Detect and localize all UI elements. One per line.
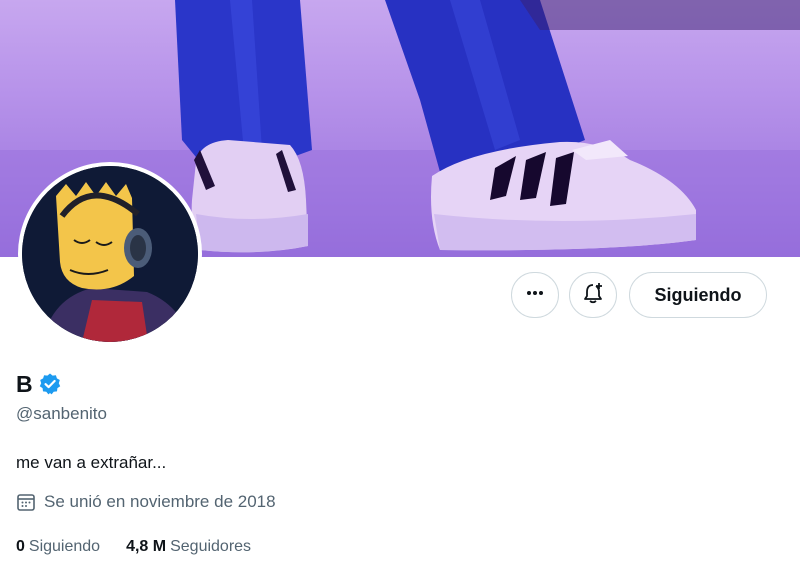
ellipsis-icon <box>525 283 545 308</box>
following-count: 0 <box>16 538 25 555</box>
followers-count: 4,8 M <box>126 538 167 555</box>
profile-stats: 0 Siguiendo 4,8 M Seguidores <box>16 536 277 558</box>
following-count-link[interactable]: 0 Siguiendo <box>16 536 100 558</box>
bell-plus-icon <box>582 282 604 309</box>
profile-avatar[interactable] <box>18 162 202 346</box>
notifications-button[interactable] <box>569 272 617 318</box>
joined-date: Se unió en noviembre de 2018 <box>16 491 276 513</box>
profile-handle: @sanbenito <box>16 404 107 423</box>
avatar-image <box>22 166 198 342</box>
following-button-label: Siguiendo <box>654 284 742 305</box>
followers-label: Seguidores <box>170 538 252 555</box>
profile-name-row: B <box>16 369 62 399</box>
followers-count-link[interactable]: 4,8 M Seguidores <box>126 536 251 558</box>
more-options-button[interactable] <box>511 272 559 318</box>
display-name: B <box>16 371 33 397</box>
profile-bio: me van a extrañar... <box>16 453 167 472</box>
joined-text: Se unió en noviembre de 2018 <box>44 492 276 511</box>
calendar-icon <box>16 492 36 512</box>
following-label: Siguiendo <box>28 538 101 555</box>
verified-badge-icon[interactable] <box>38 372 62 396</box>
following-button[interactable]: Siguiendo <box>629 272 767 318</box>
